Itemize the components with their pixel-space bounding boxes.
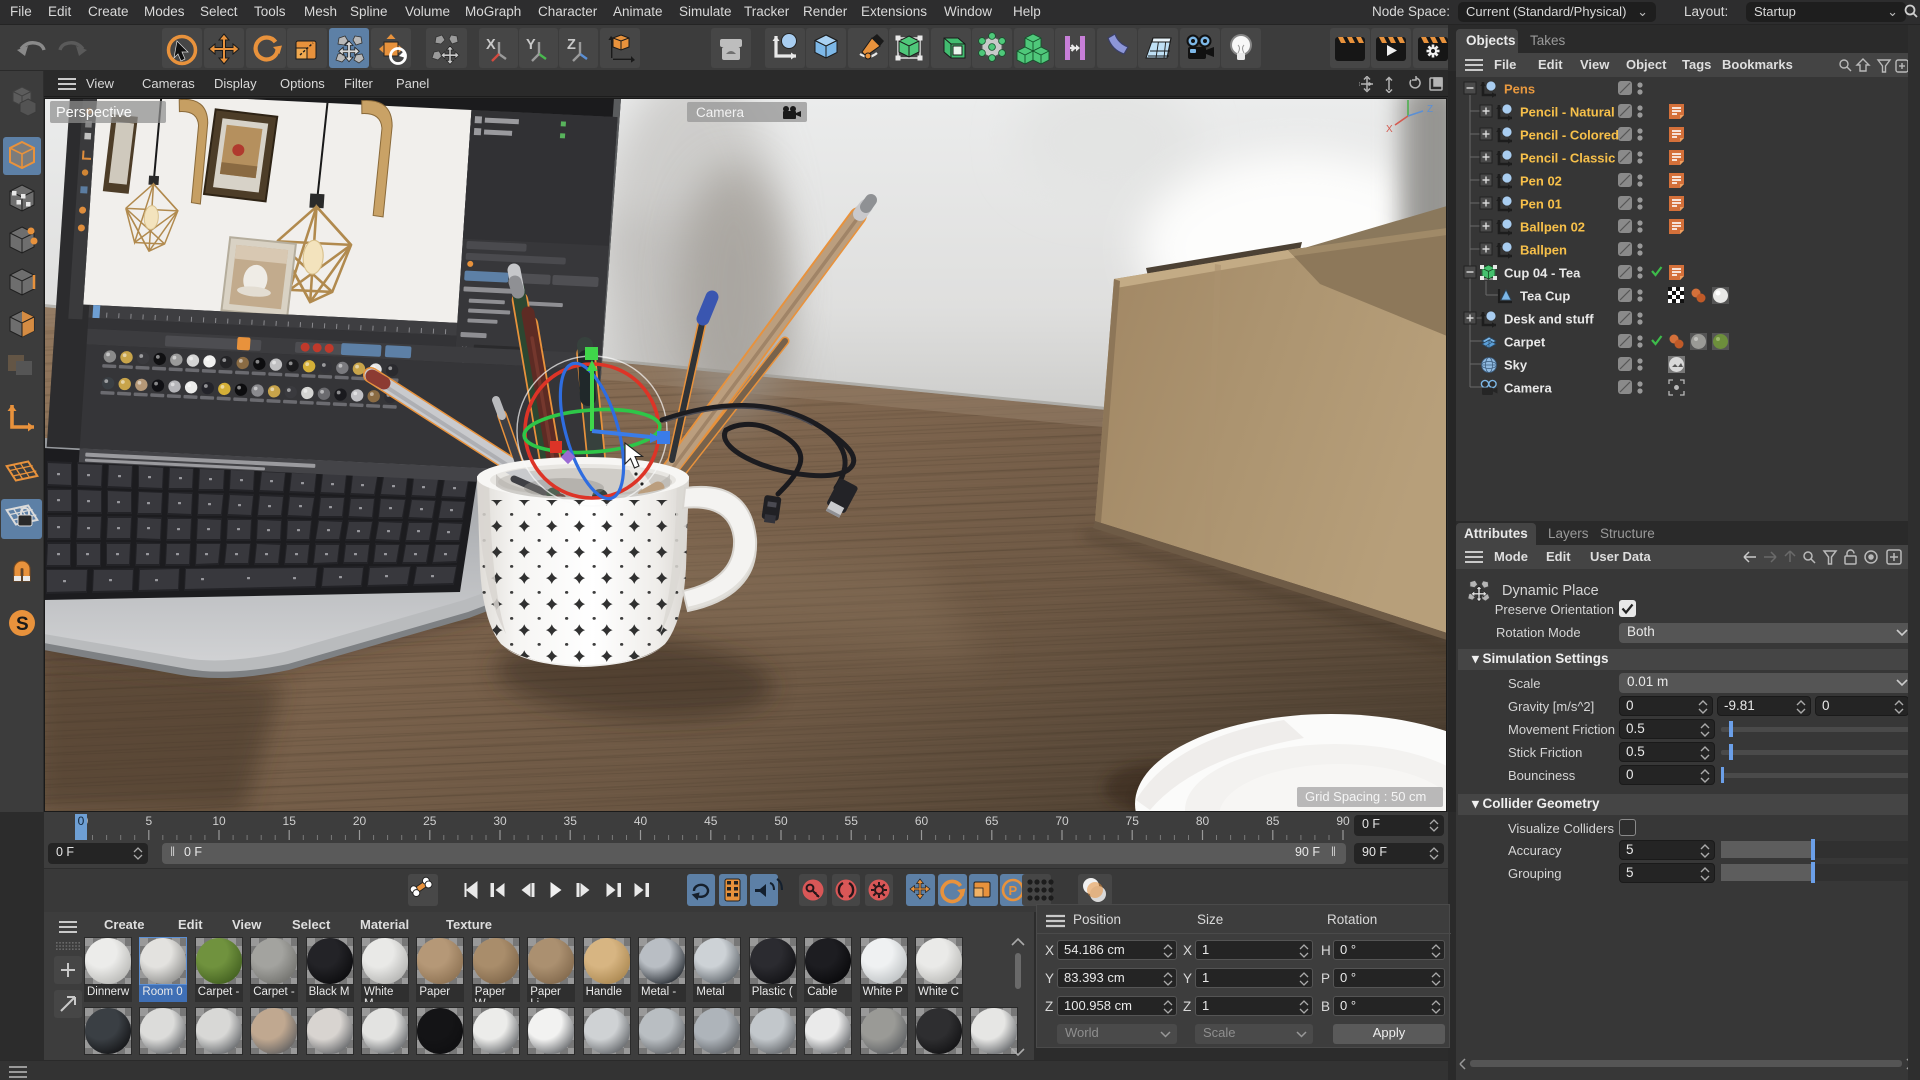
svg-text:Camera: Camera bbox=[1504, 381, 1552, 396]
svg-text:Pens: Pens bbox=[1504, 82, 1535, 97]
svg-text:Z: Z bbox=[567, 37, 576, 53]
svg-text:Ballpen: Ballpen bbox=[1520, 243, 1567, 258]
svg-text:Pencil - Colored: Pencil - Colored bbox=[1520, 128, 1619, 143]
svg-text:20: 20 bbox=[353, 814, 367, 828]
svg-text:Camera: Camera bbox=[696, 105, 745, 120]
svg-text:Perspective: Perspective bbox=[56, 105, 132, 121]
svg-text:70: 70 bbox=[1055, 814, 1069, 828]
svg-text:P: P bbox=[1009, 883, 1018, 898]
svg-text:Y: Y bbox=[526, 37, 536, 53]
svg-text:65: 65 bbox=[985, 814, 999, 828]
svg-text:10: 10 bbox=[212, 814, 226, 828]
svg-text:50: 50 bbox=[774, 814, 788, 828]
svg-text:30: 30 bbox=[493, 814, 507, 828]
svg-text:35: 35 bbox=[564, 814, 578, 828]
svg-text:Tea Cup: Tea Cup bbox=[1520, 289, 1570, 304]
svg-text:Sky: Sky bbox=[1504, 358, 1528, 373]
svg-text:Pencil - Natural: Pencil - Natural bbox=[1520, 105, 1615, 120]
svg-text:X: X bbox=[486, 37, 496, 53]
svg-text:Grid Spacing : 50 cm: Grid Spacing : 50 cm bbox=[1305, 789, 1426, 804]
svg-text:45: 45 bbox=[704, 814, 718, 828]
svg-text:90: 90 bbox=[1336, 814, 1350, 828]
svg-text:60: 60 bbox=[915, 814, 929, 828]
svg-text:Ballpen 02: Ballpen 02 bbox=[1520, 220, 1585, 235]
svg-text:55: 55 bbox=[845, 814, 859, 828]
svg-text:Pencil - Classic: Pencil - Classic bbox=[1520, 151, 1615, 166]
svg-text:40: 40 bbox=[634, 814, 648, 828]
svg-text:5: 5 bbox=[145, 814, 152, 828]
svg-text:Cup 04 - Tea: Cup 04 - Tea bbox=[1504, 266, 1581, 281]
svg-text:85: 85 bbox=[1266, 814, 1280, 828]
svg-text:25: 25 bbox=[423, 814, 437, 828]
svg-text:Pen 02: Pen 02 bbox=[1520, 174, 1562, 189]
svg-text:S: S bbox=[16, 614, 29, 635]
svg-text:0: 0 bbox=[78, 814, 85, 828]
svg-text:Pen 01: Pen 01 bbox=[1520, 197, 1562, 212]
svg-text:Carpet: Carpet bbox=[1504, 335, 1546, 350]
svg-text:80: 80 bbox=[1196, 814, 1210, 828]
svg-text:75: 75 bbox=[1126, 814, 1140, 828]
svg-text:X: X bbox=[1386, 124, 1393, 135]
svg-text:Z: Z bbox=[1427, 104, 1433, 115]
svg-text:15: 15 bbox=[283, 814, 297, 828]
svg-text:Desk and stuff: Desk and stuff bbox=[1504, 312, 1594, 327]
